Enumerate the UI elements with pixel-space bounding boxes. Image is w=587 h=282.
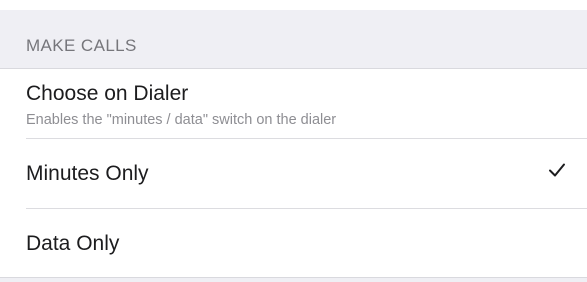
top-strip xyxy=(0,0,587,10)
option-title: Minutes Only xyxy=(26,162,149,185)
bottom-background xyxy=(0,278,587,282)
option-minutes-only[interactable]: Minutes Only xyxy=(0,138,587,208)
checkmark-icon xyxy=(549,163,565,177)
section-header-label: MAKE CALLS xyxy=(26,36,137,55)
option-choose-on-dialer[interactable]: Choose on Dialer Enables the "minutes / … xyxy=(0,69,587,138)
option-title: Choose on Dialer xyxy=(26,82,189,105)
section-header: MAKE CALLS xyxy=(0,10,587,68)
option-data-only[interactable]: Data Only xyxy=(0,208,587,277)
option-title: Data Only xyxy=(26,232,120,255)
option-subtitle: Enables the "minutes / data" switch on t… xyxy=(26,112,337,128)
make-calls-options-list: Choose on Dialer Enables the "minutes / … xyxy=(0,68,587,278)
